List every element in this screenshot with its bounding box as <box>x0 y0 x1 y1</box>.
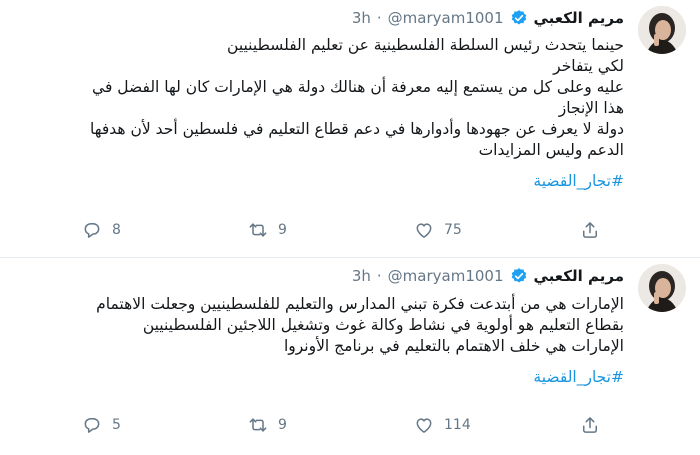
like-count: 75 <box>444 222 462 238</box>
retweet-button[interactable]: 9 <box>248 415 414 435</box>
author-handle[interactable]: @maryam1001 <box>388 9 504 27</box>
retweet-count: 9 <box>278 417 287 433</box>
verified-badge-icon <box>510 267 528 285</box>
separator-dot: · <box>376 9 382 27</box>
tweet-line: الدعم وليس المزايدات <box>478 141 624 159</box>
tweet-actions: 5 9 114 <box>82 414 700 436</box>
heart-icon <box>414 220 434 240</box>
tweet-line: حينما يتحدث رئيس السلطة الفلسطينية عن تع… <box>227 36 624 54</box>
share-button[interactable] <box>580 415 700 435</box>
separator-dot: · <box>376 267 382 285</box>
author-handle[interactable]: @maryam1001 <box>388 267 504 285</box>
tweet-line: دولة لا يعرف عن جهودها وأدوارها في دعم ق… <box>89 120 624 138</box>
reply-count: 8 <box>112 222 121 238</box>
tweet-line: الإمارات هي من أبتدعت فكرة تبني المدارس … <box>96 295 624 313</box>
tweet-actions: 8 9 75 <box>82 219 700 241</box>
reply-count: 5 <box>112 417 121 433</box>
reply-icon <box>82 415 102 435</box>
avatar[interactable] <box>638 264 686 312</box>
author-name[interactable]: مريم الكعبي <box>534 267 625 285</box>
like-count: 114 <box>444 417 471 433</box>
author-name[interactable]: مريم الكعبي <box>534 9 625 27</box>
timestamp[interactable]: 3h <box>352 267 371 285</box>
tweet-line: بقطاع التعليم هو أولوية في نشاط وكالة غو… <box>142 316 624 334</box>
share-icon <box>580 220 600 240</box>
timestamp[interactable]: 3h <box>352 9 371 27</box>
share-button[interactable] <box>580 220 700 240</box>
like-button[interactable]: 75 <box>414 220 580 240</box>
reply-button[interactable]: 8 <box>82 220 248 240</box>
retweet-button[interactable]: 9 <box>248 220 414 240</box>
tweet-line: عليه وعلى كل من يستمع إليه معرفة أن هنال… <box>92 78 624 96</box>
avatar[interactable] <box>638 6 686 54</box>
reply-button[interactable]: 5 <box>82 415 248 435</box>
tweet-text: حينما يتحدث رئيس السلطة الفلسطينية عن تع… <box>10 35 624 192</box>
heart-icon <box>414 415 434 435</box>
tweet-text: الإمارات هي من أبتدعت فكرة تبني المدارس … <box>10 294 624 388</box>
hashtag-link[interactable]: #تجار_القضية <box>10 367 624 388</box>
verified-badge-icon <box>510 9 528 27</box>
hashtag-link[interactable]: #تجار_القضية <box>10 171 624 192</box>
tweet-line: هذا الإنجاز <box>558 99 624 117</box>
tweet-header: مريم الكعبي @maryam1001 · 3h <box>352 6 624 30</box>
retweet-icon <box>248 415 268 435</box>
tweet-line: لكي يتفاخر <box>553 57 624 75</box>
retweet-count: 9 <box>278 222 287 238</box>
tweet-line: الإمارات هي خلف الاهتمام بالتعليم في برن… <box>283 337 624 355</box>
tweet[interactable]: مريم الكعبي @maryam1001 · 3h حينما يتحدث… <box>0 0 700 258</box>
like-button[interactable]: 114 <box>414 415 580 435</box>
reply-icon <box>82 220 102 240</box>
retweet-icon <box>248 220 268 240</box>
tweet-header: مريم الكعبي @maryam1001 · 3h <box>352 264 624 288</box>
share-icon <box>580 415 600 435</box>
